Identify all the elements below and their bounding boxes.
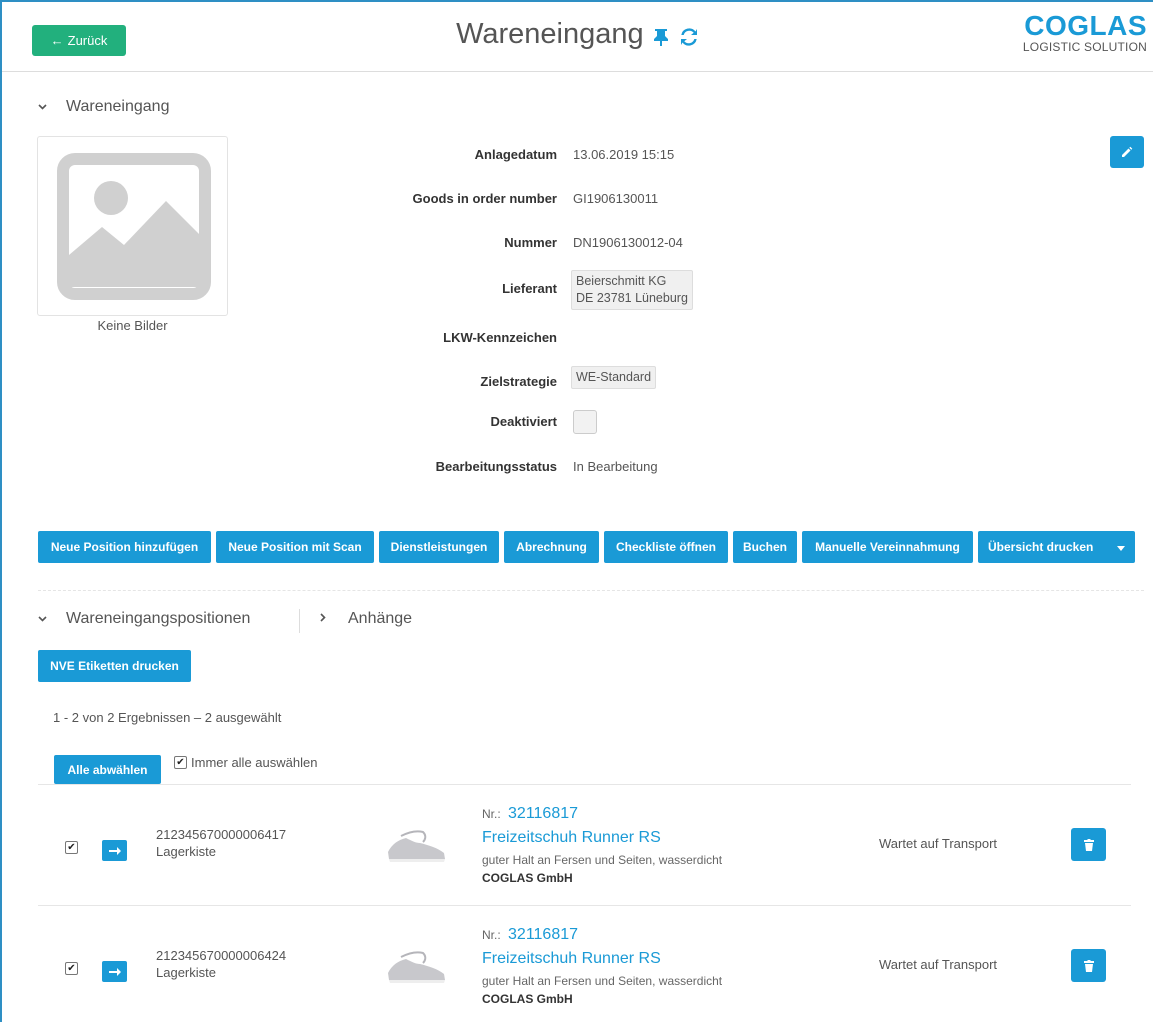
article-description: guter Halt an Fersen und Seiten, wasserd… <box>482 974 723 988</box>
order-number-label: Goods in order number <box>412 191 557 206</box>
article-company: COGLAS GmbH <box>482 992 573 1006</box>
product-thumbnail <box>385 947 447 987</box>
article-number: Nr.: 32116817 <box>482 926 578 944</box>
arrow-right-icon <box>108 967 121 976</box>
table-row: ✔ 212345670000006424 Lagerkiste Nr.: 321… <box>38 905 1131 1022</box>
article-number-link[interactable]: 32116817 <box>508 805 578 822</box>
always-select-label: Immer alle auswählen <box>191 755 318 770</box>
row-status: Wartet auf Transport <box>879 836 998 851</box>
row-status: Wartet auf Transport <box>879 957 998 972</box>
row-nve: 212345670000006417 Lagerkiste <box>156 826 286 860</box>
supplier-label: Lieferant <box>502 281 557 296</box>
manual-receipt-button[interactable]: Manuelle Vereinnahmung <box>802 531 973 563</box>
image-placeholder <box>37 136 228 316</box>
book-button[interactable]: Buchen <box>733 531 797 563</box>
tab-attachments-label: Anhänge <box>348 610 413 627</box>
row-load-carrier: Lagerkiste <box>156 844 216 859</box>
order-number-value: GI1906130011 <box>573 191 659 206</box>
image-caption: Keine Bilder <box>97 318 168 333</box>
tab-attachments[interactable]: Anhänge <box>320 610 412 628</box>
open-checklist-button[interactable]: Checkliste öffnen <box>604 531 728 563</box>
result-count: 1 - 2 von 2 Ergebnissen – 2 ausgewählt <box>53 710 282 725</box>
article-company: COGLAS GmbH <box>482 871 573 885</box>
print-overview-label: Übersicht drucken <box>988 540 1094 554</box>
shoe-icon <box>388 830 445 862</box>
number-label: Nummer <box>504 235 557 250</box>
company-logo: COGLAS LOGISTIC SOLUTION <box>1022 10 1147 55</box>
print-overview-button[interactable]: Übersicht drucken <box>978 531 1135 563</box>
processing-status-value: In Bearbeitung <box>573 459 658 474</box>
row-open-button[interactable] <box>102 961 127 982</box>
deactivated-label: Deaktiviert <box>490 414 557 429</box>
supplier-address: DE 23781 Lüneburg <box>576 291 688 305</box>
page-header: ← Zurück Wareneingang COGLAS LOGISTIC SO… <box>2 2 1153 72</box>
created-label: Anlagedatum <box>474 147 557 162</box>
deselect-all-button[interactable]: Alle abwählen <box>54 755 161 784</box>
services-button[interactable]: Dienstleistungen <box>379 531 499 563</box>
target-strategy-label: Zielstrategie <box>480 374 557 389</box>
edit-button[interactable] <box>1110 136 1144 168</box>
row-nve-number: 212345670000006417 <box>156 827 287 842</box>
section-toggle-wareneingang[interactable]: Wareneingang <box>38 98 169 116</box>
tab-separator <box>299 609 300 633</box>
delete-button[interactable] <box>1071 949 1106 982</box>
row-load-carrier: Lagerkiste <box>156 965 216 980</box>
refresh-icon[interactable] <box>679 27 699 53</box>
article-description: guter Halt an Fersen und Seiten, wasserd… <box>482 853 723 867</box>
created-value: 13.06.2019 15:15 <box>573 147 675 162</box>
row-checkbox[interactable]: ✔ <box>65 962 78 975</box>
row-nve: 212345670000006424 Lagerkiste <box>156 947 286 981</box>
table-row: ✔ 212345670000006417 Lagerkiste Nr.: 321… <box>38 784 1131 905</box>
tab-positions[interactable]: Wareneingangspositionen <box>38 610 250 628</box>
chevron-down-icon <box>38 614 48 625</box>
supplier-value: Beierschmitt KG DE 23781 Lüneburg <box>571 270 693 310</box>
article-number-link[interactable]: 32116817 <box>508 926 578 943</box>
logo-sub-text: LOGISTIC SOLUTION <box>1022 40 1147 54</box>
article-number-label: Nr.: <box>482 807 501 821</box>
action-toolbar: Neue Position hinzufügen Neue Position m… <box>38 531 1135 563</box>
article-number: Nr.: 32116817 <box>482 805 578 823</box>
billing-button[interactable]: Abrechnung <box>504 531 599 563</box>
number-value: DN1906130012-04 <box>573 235 683 250</box>
article-name-link[interactable]: Freizeitschuh Runner RS <box>482 950 661 968</box>
tab-positions-label: Wareneingangspositionen <box>66 610 251 627</box>
target-strategy-value: WE-Standard <box>571 366 657 389</box>
deactivated-checkbox[interactable] <box>573 410 597 434</box>
caret-down-icon[interactable] <box>1117 540 1125 554</box>
chevron-right-icon <box>320 613 330 625</box>
title-wrap: Wareneingang <box>2 18 1153 53</box>
always-select-all[interactable]: ✔ Immer alle auswählen <box>174 755 317 770</box>
processing-status-label: Bearbeitungsstatus <box>435 459 557 474</box>
section-title: Wareneingang <box>66 98 170 115</box>
row-nve-number: 212345670000006424 <box>156 948 287 963</box>
always-select-checkbox[interactable]: ✔ <box>174 756 187 769</box>
row-checkbox[interactable]: ✔ <box>65 841 78 854</box>
article-number-label: Nr.: <box>482 928 501 942</box>
add-position-scan-button[interactable]: Neue Position mit Scan <box>216 531 374 563</box>
print-nve-labels-button[interactable]: NVE Etiketten drucken <box>38 650 191 682</box>
trash-icon <box>1083 959 1094 972</box>
add-position-button[interactable]: Neue Position hinzufügen <box>38 531 211 563</box>
section-divider <box>38 590 1144 591</box>
truck-plate-label: LKW-Kennzeichen <box>443 330 557 345</box>
delete-button[interactable] <box>1071 828 1106 861</box>
article-name-link[interactable]: Freizeitschuh Runner RS <box>482 829 661 847</box>
page-title: Wareneingang <box>456 18 644 50</box>
row-open-button[interactable] <box>102 840 127 861</box>
pin-icon[interactable] <box>653 28 669 52</box>
pencil-icon <box>1122 146 1133 157</box>
shoe-icon <box>388 951 445 983</box>
logo-main-text: COGLAS <box>1024 10 1147 41</box>
arrow-right-icon <box>108 846 121 855</box>
image-placeholder-icon <box>57 153 211 300</box>
supplier-name: Beierschmitt KG <box>576 274 667 288</box>
product-thumbnail <box>385 826 447 866</box>
chevron-down-icon <box>38 102 48 113</box>
trash-icon <box>1083 838 1094 851</box>
